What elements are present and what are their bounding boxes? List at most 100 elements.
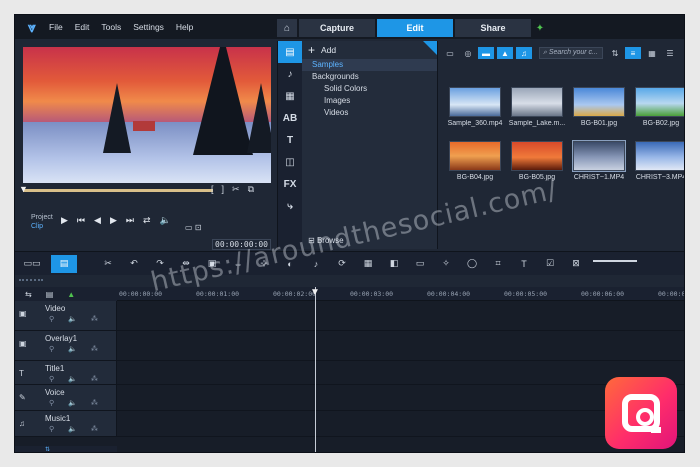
add-folder-button[interactable]: + Add (302, 41, 437, 59)
timecode-display[interactable]: 00:00:00:00 (212, 239, 271, 250)
project-clip-toggle[interactable]: Project Clip (31, 213, 53, 231)
redo-icon[interactable]: ↷ (147, 255, 173, 273)
timeline-track[interactable]: ♫ Music1 ⚲ 🔈 ⁂ (15, 411, 684, 437)
timeline-track[interactable]: ✎ Voice ⚲ 🔈 ⁂ (15, 385, 684, 411)
lens-icon[interactable]: ◯ (459, 255, 485, 273)
timeline-view-icon[interactable]: ▤ (51, 254, 77, 273)
link-icon[interactable]: ⚲ (49, 315, 54, 323)
ripple-icon[interactable]: ⁂ (91, 315, 98, 323)
play-icon[interactable]: ▶ (61, 215, 68, 226)
mute-icon[interactable]: 🔈 (68, 345, 77, 353)
title-track-icon[interactable]: T (19, 369, 24, 378)
repeat-icon[interactable]: ⇄ (143, 215, 151, 226)
undo-icon[interactable]: ↶ (121, 255, 147, 273)
add-chapter-icon[interactable]: ▤ (46, 290, 54, 299)
mute-icon[interactable]: 🔈 (68, 425, 77, 433)
tools-icon[interactable]: ✂ (95, 255, 121, 273)
browse-button[interactable]: ⊟ Browse (308, 236, 344, 245)
proxy-icon[interactable]: ⊠ (563, 255, 589, 273)
capture-icon[interactable]: ◎ (460, 47, 476, 59)
previous-frame-icon[interactable]: ◀ (94, 215, 101, 226)
media-thumbnail[interactable] (449, 141, 501, 171)
link-icon[interactable]: ⚲ (49, 345, 54, 353)
media-thumbnail[interactable] (511, 87, 563, 117)
preview-scrubber[interactable] (23, 189, 213, 192)
ripple-icon[interactable]: ⁂ (91, 399, 98, 407)
sort-icon[interactable]: ⇅ (607, 47, 623, 59)
playhead[interactable] (315, 287, 316, 452)
template-icon[interactable]: ▦ (278, 85, 302, 107)
menu-file[interactable]: File (49, 22, 63, 32)
timeline-track[interactable]: T Title1 ⚲ 🔈 ⁂ (15, 361, 684, 385)
split-screen-icon[interactable]: T (511, 255, 537, 273)
speed-icon[interactable]: ⟳ (329, 255, 355, 273)
multicam-icon[interactable]: ▦ (355, 255, 381, 273)
track-scroll-strip[interactable]: ⇅ (15, 446, 117, 452)
media-thumbnail[interactable] (573, 87, 625, 117)
menu-settings[interactable]: Settings (133, 22, 164, 32)
overlay-track-icon[interactable]: ▣ (19, 339, 27, 348)
link-icon[interactable]: ⚲ (49, 375, 54, 383)
media-thumbnail[interactable] (635, 141, 684, 171)
mute-icon[interactable]: 🔈 (68, 375, 77, 383)
media-thumbnail[interactable] (572, 140, 626, 172)
menu-help[interactable]: Help (176, 22, 193, 32)
folder-item[interactable]: Samples (302, 59, 437, 71)
gamepad-icon[interactable]: ✦ (533, 19, 547, 37)
menu-edit[interactable]: Edit (75, 22, 90, 32)
media-icon[interactable]: ▤ (278, 41, 302, 63)
clip-label[interactable]: Clip (31, 222, 53, 231)
split-icon[interactable]: ✂ (232, 184, 240, 195)
folder-item[interactable]: Images (302, 95, 437, 107)
next-frame-icon[interactable]: ▶ (110, 215, 117, 226)
mask-icon[interactable]: ◧ (381, 255, 407, 273)
copy-icon[interactable]: ⧉ (248, 184, 254, 195)
tab-capture[interactable]: Capture (299, 19, 375, 37)
ripple-edit-icon[interactable]: ▲ (67, 290, 75, 299)
track-manager-button-icon[interactable]: ⇆ (25, 290, 32, 299)
link-icon[interactable]: ⚲ (49, 399, 54, 407)
motion-path-icon[interactable]: ⤷ (278, 195, 302, 217)
folder-item[interactable]: Videos (302, 107, 437, 119)
folder-item[interactable]: Solid Colors (302, 83, 437, 95)
filter-fx-icon[interactable]: FX (278, 173, 302, 195)
color-correct-icon[interactable]: ◐ (277, 255, 303, 273)
media-thumbnail[interactable] (635, 87, 684, 117)
pan-zoom-icon[interactable]: ⊹ (251, 255, 277, 273)
timeline-ruler[interactable]: 00:00:00:00 00:00:01:00 00:00:02:00 00:00:0… (117, 287, 684, 301)
show-audio-icon[interactable]: ♫ (516, 47, 532, 59)
ripple-icon[interactable]: ⁂ (91, 375, 98, 383)
track-manager-icon[interactable]: ⇹ (173, 255, 199, 273)
home-icon[interactable]: ⌂ (277, 19, 297, 37)
panel-grip[interactable] (19, 279, 43, 281)
mix-icon[interactable]: ⇔ (225, 255, 251, 273)
hd-icon[interactable]: ▭ ⊡ (185, 223, 201, 232)
folder-item[interactable]: Backgrounds (302, 71, 437, 83)
music-track-icon[interactable]: ♫ (19, 419, 25, 428)
details-view-icon[interactable]: ☰ (662, 47, 678, 59)
project-label[interactable]: Project (31, 213, 53, 222)
list-view-icon[interactable]: ≡ (625, 47, 641, 59)
graphics-icon[interactable]: ◫ (278, 151, 302, 173)
end-icon[interactable]: ⏭ (126, 215, 134, 226)
video-track-icon[interactable]: ▣ (19, 309, 27, 318)
mute-icon[interactable]: 🔈 (68, 399, 77, 407)
zoom-slider[interactable] (593, 260, 637, 262)
storyboard-view-icon[interactable]: ▭▭ (19, 255, 45, 273)
fit-icon[interactable]: ☑ (537, 255, 563, 273)
library-search-input[interactable]: ⌕ Search your c... (539, 47, 603, 59)
thumbnail-view-icon[interactable]: ▦ (644, 47, 660, 59)
media-thumbnail[interactable] (511, 141, 563, 171)
subtitle-icon[interactable]: ▭ (407, 255, 433, 273)
voice-track-icon[interactable]: ✎ (19, 393, 26, 402)
tab-share[interactable]: Share (455, 19, 531, 37)
show-photos-icon[interactable]: ▲ (497, 47, 513, 59)
playhead-handle-icon[interactable]: ▼ (310, 287, 320, 298)
chapter-icon[interactable]: ▣ (199, 255, 225, 273)
mute-icon[interactable]: 🔈 (68, 315, 77, 323)
audio-icon[interactable]: ♪ (303, 255, 329, 273)
ripple-icon[interactable]: ⁂ (91, 345, 98, 353)
import-folder-icon[interactable]: ▭ (442, 47, 458, 59)
link-icon[interactable]: ⚲ (49, 425, 54, 433)
mark-in-icon[interactable]: [ (211, 184, 214, 195)
